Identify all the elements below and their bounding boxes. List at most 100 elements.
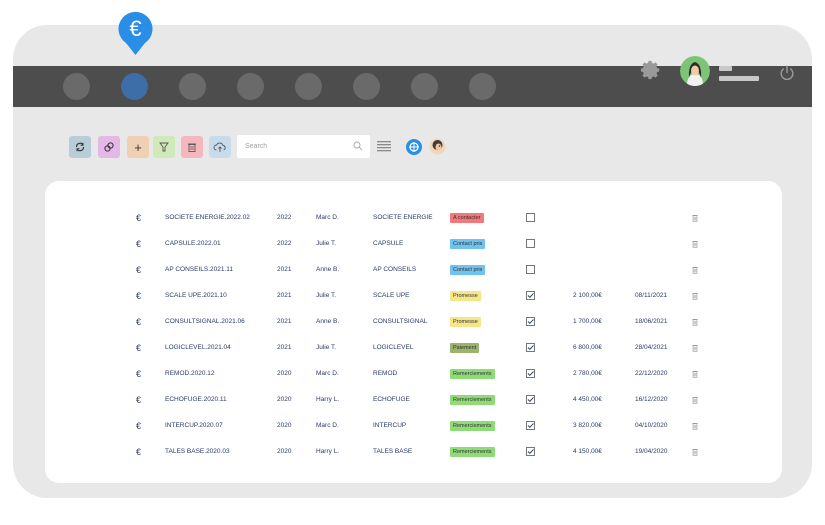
invoice-reference[interactable]: TALES BASE.2020.03 [165, 442, 230, 462]
status-badge[interactable]: Remerciements [450, 395, 495, 405]
client-name: REMOD [373, 370, 398, 377]
filter-button[interactable] [153, 136, 175, 158]
table-row[interactable]: € LOGICLEVEL.2021.04 2021 Julie T. LOGICLEVE… [45, 338, 782, 358]
euro-icon: € [136, 447, 142, 457]
nav-item-2[interactable] [121, 73, 148, 100]
power-icon[interactable] [778, 64, 796, 82]
delete-row-icon[interactable] [692, 266, 698, 274]
link-button[interactable] [98, 136, 120, 158]
status-cell: Remerciements [450, 416, 495, 436]
invoice-year: 2020 [277, 370, 292, 377]
assigned-user: Julie T. [316, 344, 337, 351]
nav-item-1[interactable] [63, 73, 90, 100]
delete-row-icon[interactable] [692, 292, 698, 300]
checkbox[interactable] [526, 239, 535, 248]
checkbox-checked[interactable] [526, 291, 535, 300]
invoice-year: 2020 [277, 422, 292, 429]
invoice-reference[interactable]: SOCIETE ENERGIE.2022.02 [165, 208, 250, 228]
table-row[interactable]: € ECHOFUGE.2020.11 2020 Harry L. ECHOFUGE Rem… [45, 390, 782, 410]
client-name: AP CONSEILS [373, 266, 417, 273]
table-row[interactable]: € CONSULTSIGNAL.2021.06 2021 Anne B. CONSULT… [45, 312, 782, 332]
assigned-user: Anne B. [316, 318, 340, 325]
nav-item-6[interactable] [353, 73, 380, 100]
euro-icon: € [136, 343, 142, 353]
checkbox-checked[interactable] [526, 369, 535, 378]
invoice-reference[interactable]: LOGICLEVEL.2021.04 [165, 338, 231, 358]
table-row[interactable]: € SOCIETE ENERGIE.2022.02 2022 Marc D. SOCIE… [45, 208, 782, 228]
delete-row-icon[interactable] [692, 422, 698, 430]
nav-item-5[interactable] [295, 73, 322, 100]
table-row[interactable]: € SCALE UPE.2021.10 2021 Julie T. SCALE UPE P… [45, 286, 782, 306]
invoice-reference[interactable]: ECHOFUGE.2020.11 [165, 390, 227, 410]
assigned-user: Marc D. [316, 370, 339, 377]
assigned-user: Marc D. [316, 214, 339, 221]
status-badge[interactable]: Contact pris [450, 239, 486, 249]
invoice-reference[interactable]: AP CONSEILS.2021.11 [165, 260, 233, 280]
invoice-reference[interactable]: CONSULTSIGNAL.2021.06 [165, 312, 245, 332]
delete-row-icon[interactable] [692, 214, 698, 222]
delete-row-icon[interactable] [692, 240, 698, 248]
nav-item-8[interactable] [469, 73, 496, 100]
table-row[interactable]: € AP CONSEILS.2021.11 2021 Anne B. AP CONSEI… [45, 260, 782, 280]
amount: 2 780,00€ [573, 370, 602, 377]
status-cell: Contact pris [450, 234, 486, 254]
amount: 2 100,00€ [573, 292, 602, 299]
checkbox-checked[interactable] [526, 395, 535, 404]
nav-item-3[interactable] [179, 73, 206, 100]
assigned-user: Julie T. [316, 240, 337, 247]
assigned-user: Marc D. [316, 422, 339, 429]
avatar[interactable] [680, 56, 710, 86]
gear-icon[interactable] [640, 59, 662, 81]
mailchimp-icon[interactable] [429, 138, 446, 155]
payment-date: 22/12/2020 [635, 370, 668, 377]
status-badge[interactable]: Remerciements [450, 369, 495, 379]
delete-row-icon[interactable] [692, 448, 698, 456]
table-row[interactable]: € TALES BASE.2020.03 2020 Harry L. TALES BAS… [45, 442, 782, 462]
status-badge[interactable]: Paiement [450, 343, 480, 353]
checkbox-checked[interactable] [526, 421, 535, 430]
table-row[interactable]: € REMOD.2020.12 2020 Marc D. REMOD Remercieme… [45, 364, 782, 384]
euro-icon: € [136, 369, 142, 379]
search-icon[interactable] [353, 141, 363, 151]
cloud-upload-button[interactable] [209, 136, 231, 158]
invoice-reference[interactable]: INTERCUP.2020.07 [165, 416, 223, 436]
checkbox-checked[interactable] [526, 317, 535, 326]
status-badge[interactable]: Promesse [450, 291, 481, 301]
amount: 6 800,00€ [573, 344, 602, 351]
search-input[interactable] [245, 143, 345, 150]
delete-row-icon[interactable] [692, 370, 698, 378]
amount: 4 150,00€ [573, 448, 602, 455]
refresh-button[interactable] [69, 136, 91, 158]
checkbox-checked[interactable] [526, 343, 535, 352]
client-name: CONSULTSIGNAL [373, 318, 428, 325]
plus-icon: + [134, 139, 142, 155]
table-row[interactable]: € INTERCUP.2020.07 2020 Marc D. INTERCUP Reme… [45, 416, 782, 436]
invoice-reference[interactable]: REMOD.2020.12 [165, 364, 215, 384]
amount: 3 820,00€ [573, 422, 602, 429]
delete-row-icon[interactable] [692, 318, 698, 326]
delete-row-icon[interactable] [692, 396, 698, 404]
invoice-reference[interactable]: SCALE UPE.2021.10 [165, 286, 227, 306]
nav-item-7[interactable] [411, 73, 438, 100]
list-view-icon[interactable] [377, 139, 391, 153]
search-box[interactable] [237, 135, 370, 158]
user-role-placeholder [719, 76, 759, 81]
table-row[interactable]: € CAPSULE.2022.01 2022 Julie T. CAPSULE Conta… [45, 234, 782, 254]
invoice-year: 2021 [277, 344, 292, 351]
status-badge[interactable]: Remerciements [450, 447, 495, 457]
status-badge[interactable]: Remerciements [450, 421, 495, 431]
nav-item-4[interactable] [237, 73, 264, 100]
checkbox[interactable] [526, 213, 535, 222]
trash-button[interactable] [181, 136, 203, 158]
status-cell: Promesse [450, 312, 481, 332]
status-badge[interactable]: Promesse [450, 317, 481, 327]
invoice-reference[interactable]: CAPSULE.2022.01 [165, 234, 221, 254]
status-badge[interactable]: A contacter [450, 213, 484, 223]
status-badge[interactable]: Contact pris [450, 265, 486, 275]
checkbox-checked[interactable] [526, 447, 535, 456]
delete-row-icon[interactable] [692, 344, 698, 352]
plus-button[interactable]: + [127, 136, 149, 158]
client-name: INTERCUP [373, 422, 407, 429]
checkbox[interactable] [526, 265, 535, 274]
integration-icon[interactable] [406, 139, 422, 155]
